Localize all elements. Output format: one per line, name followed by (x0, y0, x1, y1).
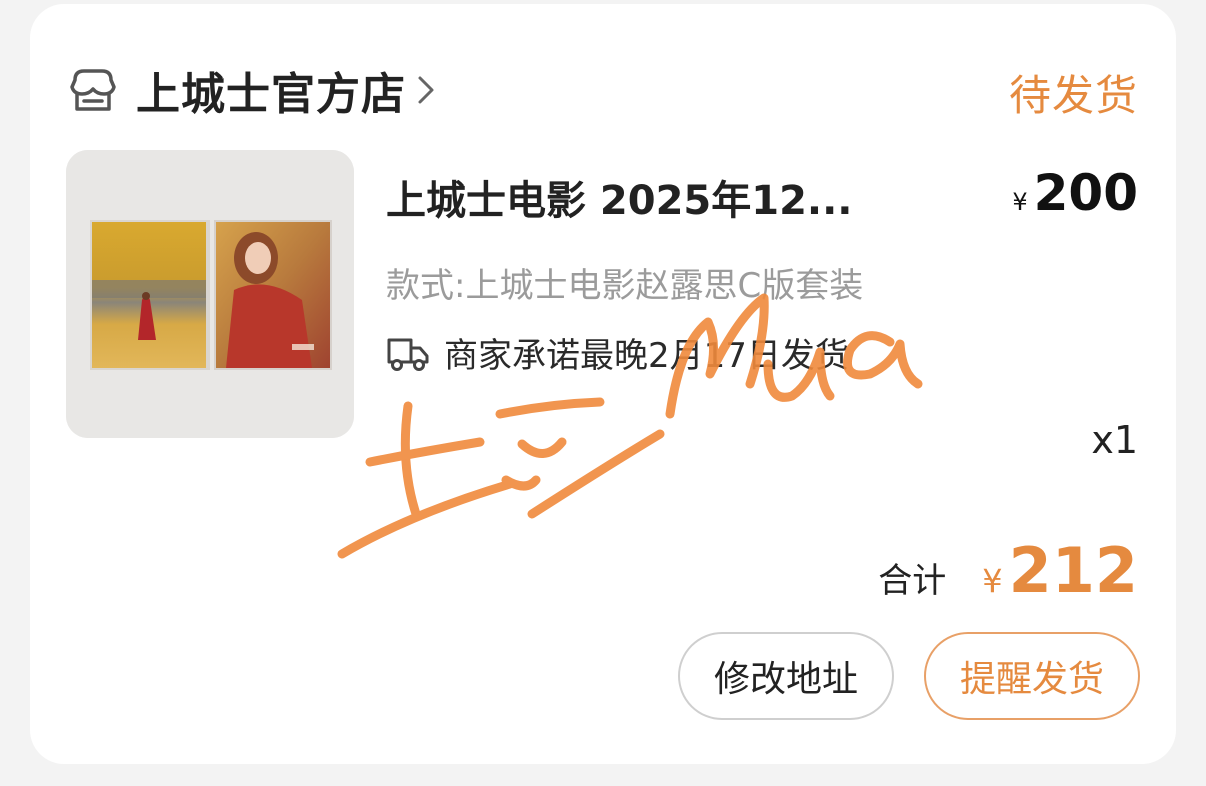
shipping-promise-text: 商家承诺最晚2月17日发货 (444, 336, 849, 376)
total-amount: 212 (1008, 534, 1138, 607)
handwritten-watermark (337, 293, 923, 559)
product-title[interactable]: 上城士电影 2025年12... (386, 168, 886, 226)
truck-icon (387, 338, 429, 371)
total-label: 合计 (878, 561, 947, 601)
total-currency: ¥ (982, 562, 1003, 600)
chevron-right-icon (418, 76, 434, 104)
product-thumbnail[interactable] (66, 150, 354, 438)
remind-shipping-button[interactable]: 提醒发货 (924, 632, 1140, 720)
product-image (66, 150, 354, 438)
price-value: 200 (1033, 164, 1138, 222)
price-currency: ¥ (1012, 188, 1028, 216)
shop-icon (70, 69, 116, 111)
shipping-promise: 商家承诺最晚2月17日发货 (386, 328, 849, 377)
modify-address-button[interactable]: 修改地址 (678, 632, 894, 720)
order-total: 合计 ¥ 212 (878, 534, 1138, 607)
product-quantity: x1 (1091, 418, 1138, 462)
shop-name[interactable]: 上城士官方店 (136, 58, 406, 122)
order-card: 上城士官方店 待发货 上城士电影 2025年12... ¥ 200 款式:上城士… (30, 4, 1176, 764)
order-status: 待发货 (1008, 71, 1138, 120)
shop-header[interactable]: 上城士官方店 (66, 58, 436, 122)
product-price: ¥ 200 (1012, 164, 1138, 222)
product-spec: 款式:上城士电影赵露思C版套装 (386, 266, 864, 306)
